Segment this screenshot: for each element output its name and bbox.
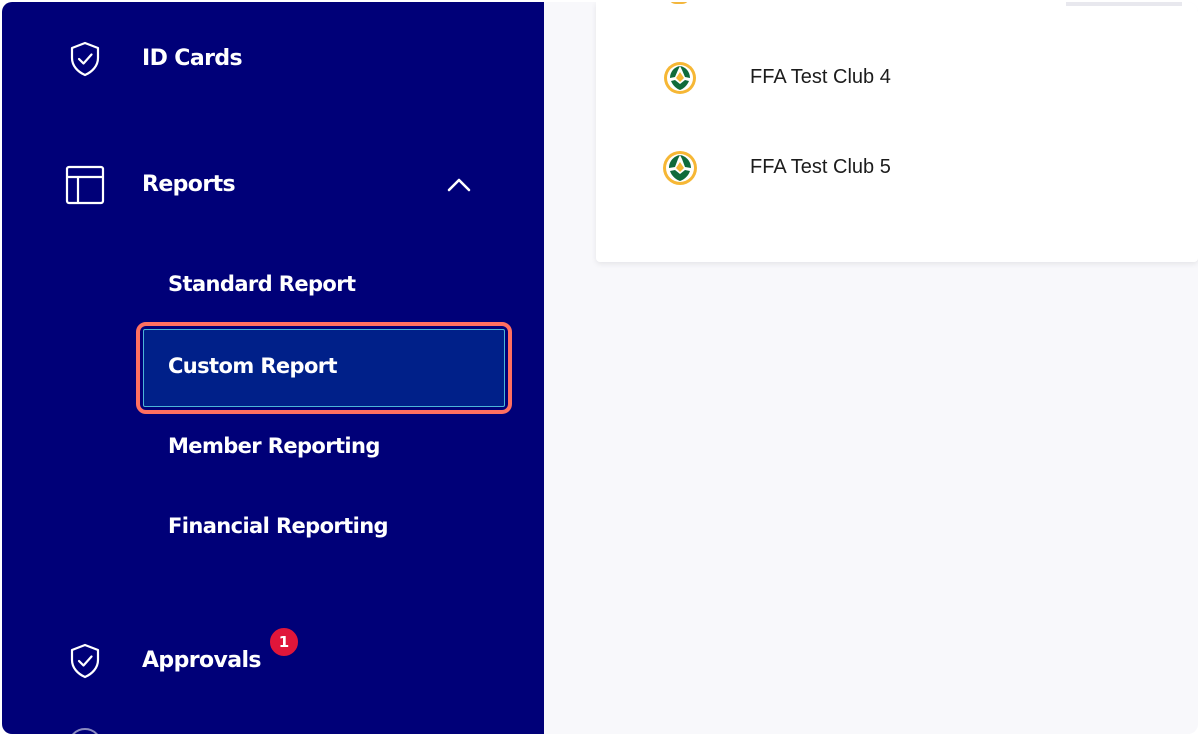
club-name: FFA Test Club 5 bbox=[750, 156, 891, 178]
sidebar-item-label: ID Cards bbox=[142, 46, 243, 71]
sidebar-item-reports[interactable]: Reports bbox=[2, 146, 544, 226]
sidebar-subitem-standard-report[interactable]: Standard Report bbox=[168, 272, 356, 296]
sidebar-item-id-cards[interactable]: ID Cards bbox=[2, 22, 544, 98]
club-name: FFA Test Club 4 bbox=[750, 66, 891, 88]
list-item[interactable]: FFA Test Club 5 bbox=[596, 136, 1198, 196]
chevron-up-icon[interactable] bbox=[446, 174, 472, 196]
list-item[interactable]: FFA Test Club 4 bbox=[596, 48, 1198, 108]
football-club-logo bbox=[660, 148, 700, 188]
notification-badge: 1 bbox=[268, 626, 300, 658]
scroll-indicator bbox=[1066, 2, 1182, 6]
sidebar-subitem-custom-report[interactable]: Custom Report bbox=[168, 354, 338, 378]
layout-icon bbox=[64, 164, 106, 206]
partial-icon bbox=[68, 728, 102, 734]
partial-club-logo bbox=[668, 2, 690, 4]
football-club-logo bbox=[660, 58, 700, 98]
sidebar: ID Cards Reports Standard Report Custom … bbox=[2, 2, 544, 734]
shield-check-icon bbox=[64, 38, 106, 80]
app-window: ID Cards Reports Standard Report Custom … bbox=[2, 2, 1198, 734]
shield-check-icon bbox=[64, 640, 106, 682]
sidebar-item-label: Reports bbox=[142, 172, 236, 197]
club-list-card: FFA Test Club 4 FFA Test Club 5 bbox=[596, 2, 1198, 262]
sidebar-item-label: Approvals bbox=[142, 648, 262, 673]
sidebar-subitem-financial-reporting[interactable]: Financial Reporting bbox=[168, 514, 389, 538]
sidebar-subitem-member-reporting[interactable]: Member Reporting bbox=[168, 434, 380, 458]
